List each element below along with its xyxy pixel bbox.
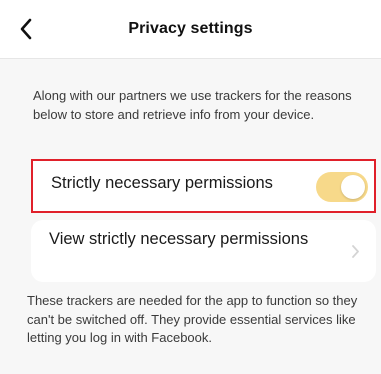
view-strictly-necessary-label: View strictly necessary permissions (49, 230, 309, 248)
content-area: Along with our partners we use trackers … (0, 59, 381, 374)
header-bar: Privacy settings (0, 0, 381, 59)
chevron-right-icon (351, 244, 360, 259)
view-strictly-necessary-button[interactable]: View strictly necessary permissions (31, 220, 376, 282)
strictly-necessary-label: Strictly necessary permissions (51, 174, 273, 192)
strictly-necessary-row[interactable]: Strictly necessary permissions (33, 161, 374, 211)
strictly-necessary-row-highlight: Strictly necessary permissions (31, 159, 376, 213)
strictly-necessary-toggle[interactable] (316, 172, 368, 202)
intro-text: Along with our partners we use trackers … (33, 88, 352, 122)
privacy-settings-screen: Privacy settings Along with our partners… (0, 0, 381, 374)
toggle-knob (341, 175, 365, 199)
description-text: These trackers are needed for the app to… (27, 293, 358, 345)
page-title: Privacy settings (128, 20, 253, 37)
